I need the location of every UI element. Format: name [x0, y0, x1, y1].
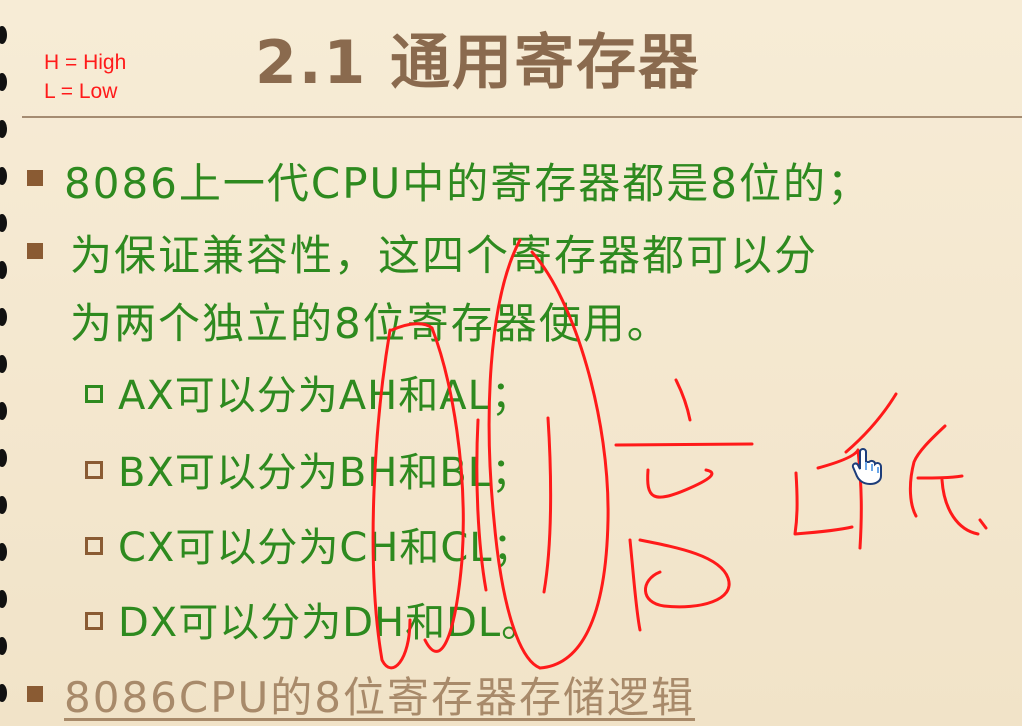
subpoint-dx: DX可以分为DH和DL。: [118, 600, 543, 646]
bullet-square: [27, 170, 43, 186]
slide-title: 2.1 通用寄存器: [255, 28, 701, 98]
subpoint-ax: AX可以分为AH和AL；: [118, 373, 532, 419]
ring-binding-icon: [0, 26, 7, 702]
bullet-square: [27, 686, 43, 702]
point-2-line-2: 为两个独立的8位寄存器使用。: [70, 299, 671, 348]
title-divider: [22, 116, 1022, 118]
subpoint-cx: CX可以分为CH和CL；: [118, 525, 534, 571]
subbullet-box: [85, 385, 103, 403]
point-2-line-1: 为保证兼容性，这四个寄存器都可以分: [70, 231, 819, 280]
hl-legend: H = High L = Low: [44, 48, 126, 106]
subbullet-box: [85, 612, 103, 630]
legend-high: H = High: [44, 51, 127, 74]
storage-logic-link[interactable]: 8086CPU的8位寄存器存储逻辑: [64, 664, 695, 725]
point-1: 8086上一代CPU中的寄存器都是8位的；: [64, 159, 872, 208]
bullet-square: [27, 243, 43, 259]
subbullet-box: [85, 537, 103, 555]
subpoint-bx: BX可以分为BH和BL；: [118, 450, 533, 496]
legend-low: L = Low: [44, 80, 118, 103]
subbullet-box: [85, 461, 103, 479]
hand-cursor-icon: [851, 448, 882, 486]
slide-page: H = High L = Low 2.1 通用寄存器 8086上一代CPU中的寄…: [0, 0, 1022, 726]
